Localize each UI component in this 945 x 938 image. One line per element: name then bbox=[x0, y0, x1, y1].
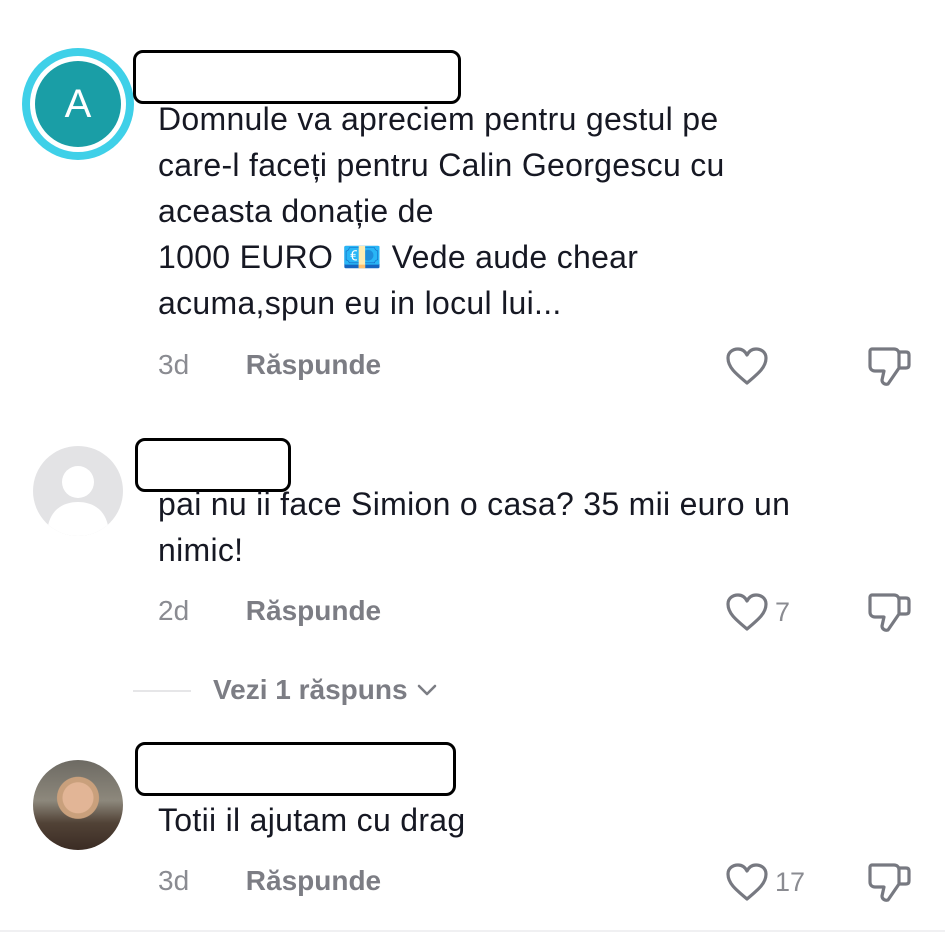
like-count: 17 bbox=[775, 866, 806, 897]
comment-text: pai nu ii face Simion o casa? 35 mii eur… bbox=[158, 486, 791, 568]
comment-text: Domnule va apreciem pentru gestul pe car… bbox=[158, 101, 725, 321]
chevron-down-icon bbox=[417, 684, 436, 696]
redacted-username bbox=[135, 742, 456, 796]
bottom-divider bbox=[0, 930, 945, 932]
comment-text: Totii il ajutam cu drag bbox=[158, 802, 466, 838]
reply-button[interactable]: Răspunde bbox=[246, 349, 381, 380]
like-button[interactable]: 7 bbox=[725, 590, 790, 634]
comment-time: 2d bbox=[158, 595, 190, 626]
comment-meta: 3d Răspunde bbox=[158, 348, 381, 382]
comment-meta: 3d Răspunde bbox=[158, 864, 381, 898]
thumbs-down-icon bbox=[868, 347, 911, 386]
reply-button[interactable]: Răspunde bbox=[246, 865, 381, 896]
heart-outline-icon bbox=[726, 593, 768, 631]
avatar[interactable]: A bbox=[22, 48, 134, 160]
heart-outline-icon bbox=[726, 347, 768, 385]
avatar[interactable] bbox=[33, 446, 123, 536]
dislike-button[interactable] bbox=[866, 344, 912, 393]
replies-divider bbox=[133, 690, 191, 692]
avatar[interactable] bbox=[33, 760, 123, 850]
default-avatar-icon bbox=[47, 466, 109, 536]
comment-meta: 2d Răspunde bbox=[158, 594, 381, 628]
view-replies-button[interactable]: Vezi 1 răspuns bbox=[213, 674, 438, 706]
dislike-button[interactable] bbox=[866, 860, 912, 909]
view-replies-label: Vezi 1 răspuns bbox=[213, 674, 408, 705]
comment-time: 3d bbox=[158, 349, 190, 380]
avatar-letter: A bbox=[35, 61, 121, 147]
reply-button[interactable]: Răspunde bbox=[246, 595, 381, 626]
comment-time: 3d bbox=[158, 865, 190, 896]
thumbs-down-icon bbox=[868, 593, 911, 632]
like-button[interactable] bbox=[725, 344, 775, 388]
dislike-button[interactable] bbox=[866, 590, 912, 639]
heart-outline-icon bbox=[726, 863, 768, 901]
thumbs-down-icon bbox=[868, 863, 911, 902]
like-count: 7 bbox=[775, 596, 791, 627]
like-button[interactable]: 17 bbox=[725, 860, 805, 904]
